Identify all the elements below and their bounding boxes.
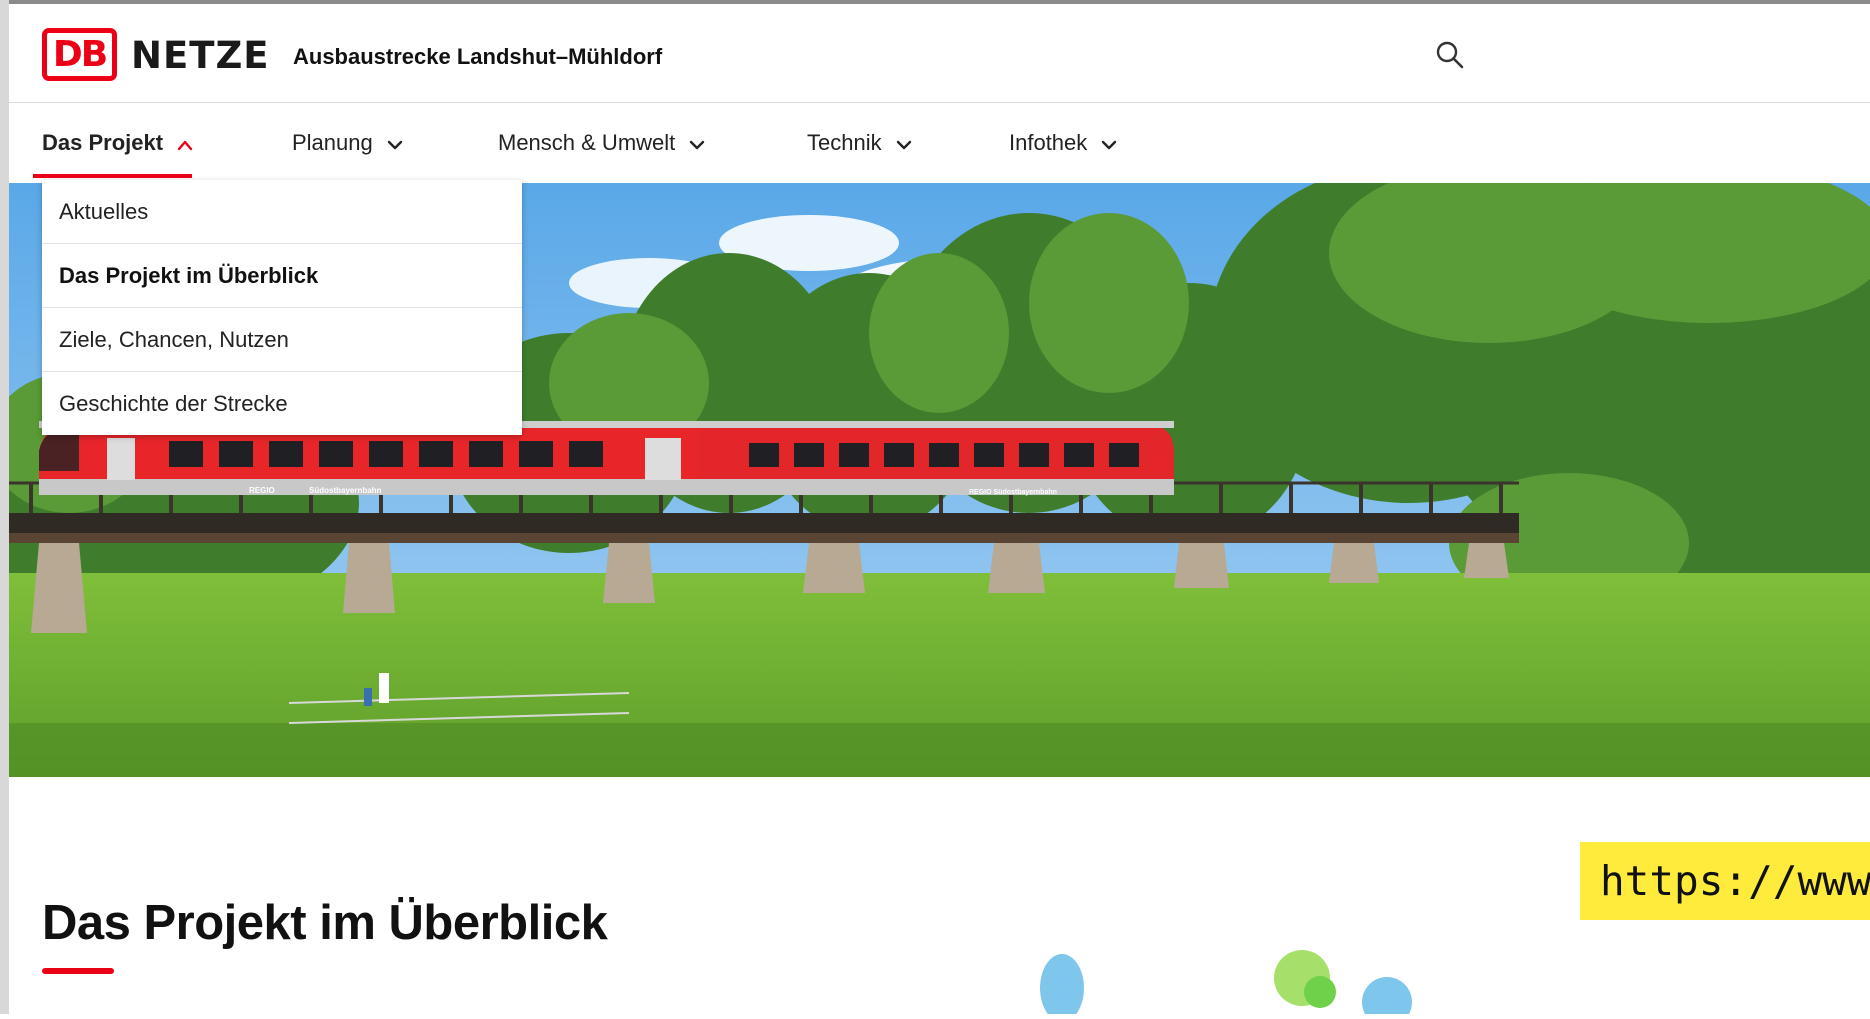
nav-item-label: Infothek xyxy=(1009,130,1088,155)
chevron-down-icon xyxy=(896,104,912,184)
netze-logo-text[interactable]: NETZE xyxy=(131,34,270,77)
train-label-regio: REGIO xyxy=(249,486,275,495)
chevron-down-icon xyxy=(387,104,403,184)
window-frame-left xyxy=(0,0,9,1014)
nav-item-technik[interactable]: Technik xyxy=(807,103,912,183)
das-projekt-dropdown-menu: Aktuelles Das Projekt im Überblick Ziele… xyxy=(42,180,522,435)
title-accent-bar xyxy=(42,968,114,974)
train-label-right: REGIO Südostbayernbahn xyxy=(969,489,1057,496)
decorative-blobs xyxy=(1030,940,1450,1019)
nav-item-planung[interactable]: Planung xyxy=(292,103,403,183)
nav-item-infothek[interactable]: Infothek xyxy=(1009,103,1117,183)
chevron-down-icon xyxy=(1101,104,1117,184)
dropdown-item-geschichte-der-strecke[interactable]: Geschichte der Strecke xyxy=(42,372,522,435)
nav-item-das-projekt[interactable]: Das Projekt xyxy=(42,103,193,183)
site-title[interactable]: Ausbaustrecke Landshut–Mühldorf xyxy=(293,44,662,70)
nav-item-label: Mensch & Umwelt xyxy=(498,130,676,155)
nav-item-label: Technik xyxy=(807,130,882,155)
train-label-operator: Südostbayernbahn xyxy=(309,486,382,495)
chevron-up-icon xyxy=(177,104,193,184)
db-logo[interactable]: DB xyxy=(42,28,117,81)
dropdown-item-aktuelles[interactable]: Aktuelles xyxy=(42,180,522,244)
main-nav: Das Projekt Planung Mensch & Umwelt Tech… xyxy=(9,103,1870,183)
nav-item-mensch-umwelt[interactable]: Mensch & Umwelt xyxy=(498,103,705,183)
page-title: Das Projekt im Überblick xyxy=(42,896,608,950)
url-highlight-overlay: https://www xyxy=(1580,842,1870,920)
nav-item-label: Planung xyxy=(292,130,373,155)
site-header: DB NETZE Ausbaustrecke Landshut–Mühldorf xyxy=(9,4,1870,103)
dropdown-item-das-projekt-im-ueberblick[interactable]: Das Projekt im Überblick xyxy=(42,244,522,308)
dropdown-item-ziele-chancen-nutzen[interactable]: Ziele, Chancen, Nutzen xyxy=(42,308,522,372)
active-nav-underline xyxy=(33,174,192,178)
search-icon[interactable] xyxy=(1433,38,1467,72)
chevron-down-icon xyxy=(689,104,705,184)
nav-item-label: Das Projekt xyxy=(42,130,164,155)
